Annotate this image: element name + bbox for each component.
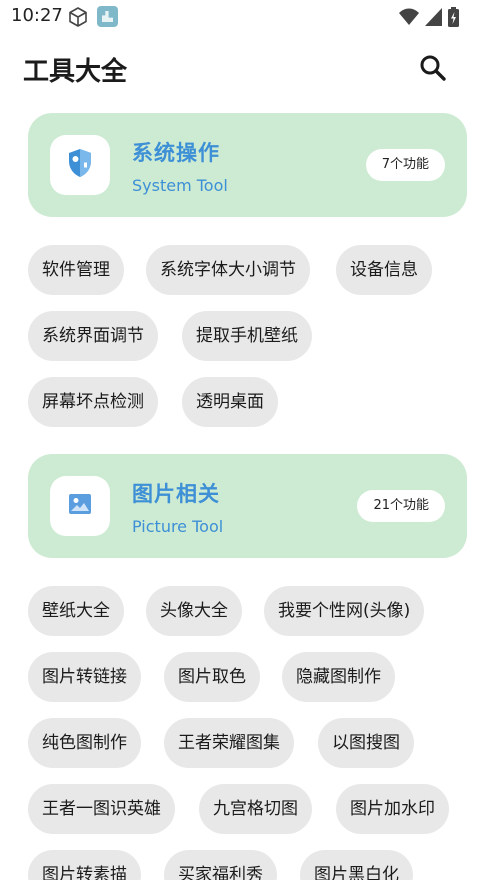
tool-chip[interactable]: 王者一图识英雄: [28, 784, 175, 834]
section-count-badge: 21个功能: [357, 490, 445, 522]
tool-chip[interactable]: 图片黑白化: [300, 850, 413, 880]
section-title: 图片相关: [132, 482, 220, 506]
tool-chip[interactable]: 以图搜图: [318, 718, 414, 768]
tool-chip[interactable]: 透明桌面: [182, 377, 278, 427]
tool-chip[interactable]: 图片加水印: [336, 784, 449, 834]
tool-chip[interactable]: 壁纸大全: [28, 586, 124, 636]
page-title: 工具大全: [23, 57, 128, 87]
tool-chip[interactable]: 提取手机壁纸: [182, 311, 312, 361]
tool-chip[interactable]: 屏幕坏点检测: [28, 377, 158, 427]
section-icon-box: [50, 135, 110, 195]
wifi-icon: [399, 8, 419, 30]
battery-icon: [448, 7, 459, 31]
section-subtitle: System Tool: [132, 176, 228, 195]
status-indicators: [399, 7, 459, 31]
tool-chip[interactable]: 图片转链接: [28, 652, 141, 702]
tool-chip[interactable]: 头像大全: [146, 586, 242, 636]
status-bar: 10:27: [0, 0, 495, 34]
signal-icon: [425, 8, 442, 30]
tool-chip[interactable]: 王者荣耀图集: [164, 718, 294, 768]
tool-chip[interactable]: 隐藏图制作: [282, 652, 395, 702]
tool-chip[interactable]: 设备信息: [336, 245, 432, 295]
search-button[interactable]: [417, 52, 449, 84]
section-card-system[interactable]: 系统操作 System Tool 7个功能: [28, 113, 467, 217]
section-icon-box: [50, 476, 110, 536]
tool-chip[interactable]: 买家福利秀: [164, 850, 277, 880]
tool-chip[interactable]: 纯色图制作: [28, 718, 141, 768]
tool-chip[interactable]: 我要个性网(头像): [264, 586, 425, 636]
tool-chip[interactable]: 图片取色: [164, 652, 260, 702]
image-icon: [68, 493, 92, 519]
app-notification-icon: [97, 6, 118, 27]
shield-icon: [67, 148, 93, 182]
tool-chip[interactable]: 系统字体大小调节: [146, 245, 310, 295]
tool-chip[interactable]: 软件管理: [28, 245, 124, 295]
section-title: 系统操作: [132, 141, 220, 165]
status-time: 10:27: [11, 5, 63, 26]
section-subtitle: Picture Tool: [132, 517, 224, 536]
section-count-badge: 7个功能: [365, 149, 445, 181]
section-card-picture[interactable]: 图片相关 Picture Tool 21个功能: [28, 454, 467, 558]
tool-chip[interactable]: 系统界面调节: [28, 311, 158, 361]
cube-icon: [67, 6, 89, 32]
app-header: 工具大全: [0, 40, 495, 96]
tool-chip[interactable]: 图片转素描: [28, 850, 141, 880]
tool-chip[interactable]: 九宫格切图: [199, 784, 312, 834]
search-icon: [417, 55, 449, 88]
